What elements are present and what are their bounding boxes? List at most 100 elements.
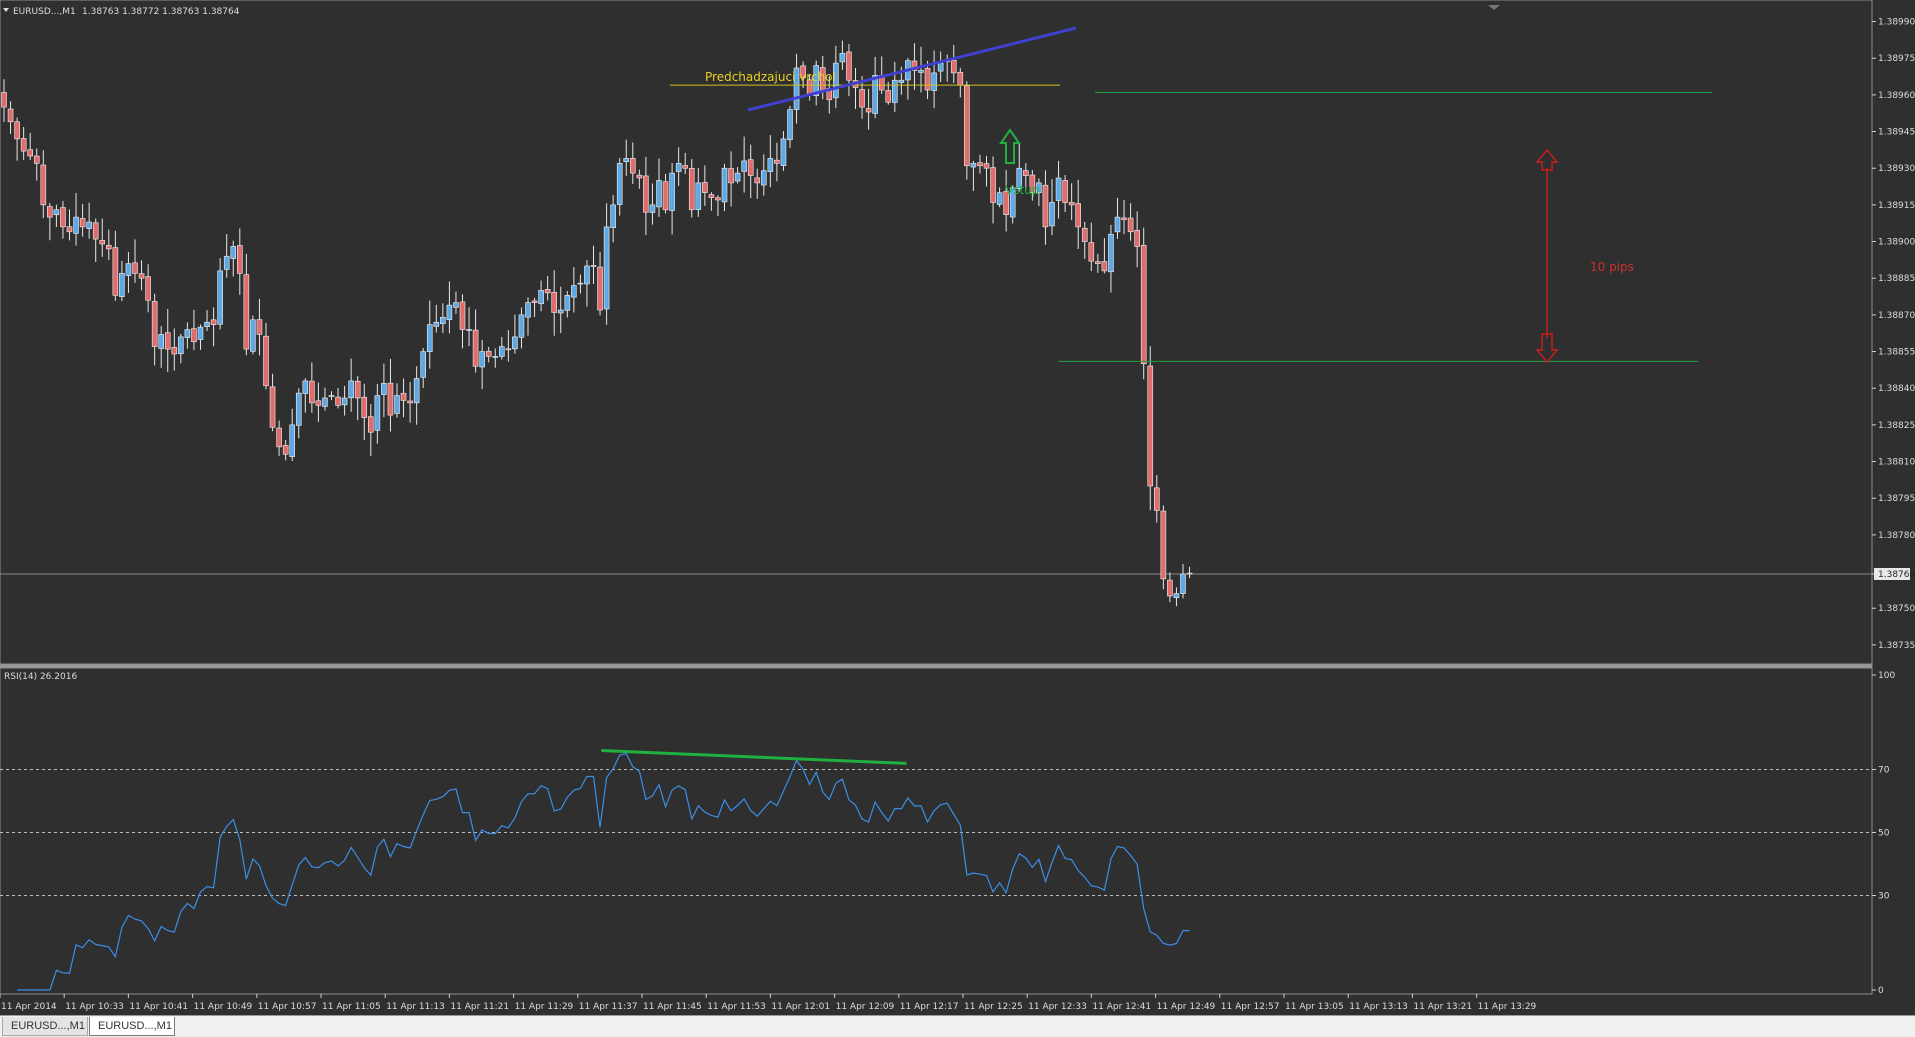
candle-body: [92, 222, 99, 240]
time-tick-label: 11 Apr 11:13: [386, 1002, 445, 1012]
time-tick-label: 11 Apr 12:09: [836, 1002, 895, 1012]
tab-chart-2[interactable]: EURUSD...,M1: [89, 1017, 175, 1036]
chart-canvas[interactable]: EURUSD...,M1 1.38763 1.38772 1.38763 1.3…: [0, 0, 1915, 1015]
candle-body: [774, 159, 780, 164]
price-tick-label: 1.38855: [1878, 348, 1915, 358]
candle-body: [217, 270, 223, 325]
candle-body: [479, 351, 485, 368]
time-tick-label: 11 Apr 11:37: [579, 1002, 638, 1012]
candle-body: [86, 221, 92, 229]
price-tick-label: 1.38960: [1878, 91, 1915, 101]
candle-body: [1186, 572, 1193, 575]
candle-body: [367, 416, 374, 433]
price-tick-label: 1.38870: [1878, 311, 1915, 321]
candle-body: [413, 378, 420, 404]
price-tick-label: 1.38795: [1878, 494, 1915, 504]
candle-body: [14, 121, 20, 140]
candle-body: [610, 204, 616, 229]
chart-tab-bar: EURUSD...,M1 EURUSD...,M1: [0, 1015, 1915, 1037]
candle-body: [440, 317, 446, 324]
candle-body: [171, 347, 178, 355]
candle-body: [210, 319, 217, 325]
candle-body: [433, 321, 440, 327]
candle-body: [590, 265, 597, 267]
candle-body: [544, 289, 551, 294]
candle-body: [518, 314, 525, 338]
candle-body: [1075, 203, 1081, 228]
price-pane: [0, 0, 1873, 665]
time-tick-label: 11 Apr 10:33: [65, 1002, 124, 1012]
candle-body: [931, 72, 937, 91]
candle-body: [702, 182, 708, 193]
candle-body: [348, 380, 354, 399]
candle-body: [846, 51, 852, 81]
candle-body: [747, 159, 754, 176]
candle-body: [1, 92, 7, 108]
candle-body: [525, 302, 531, 318]
candle-body: [957, 71, 964, 86]
candle-body: [1134, 229, 1140, 247]
candle-body: [715, 197, 721, 201]
candle-body: [354, 380, 361, 399]
candle-body: [937, 62, 944, 72]
candle-body: [557, 309, 564, 314]
time-tick-label: 11 Apr 10:49: [194, 1002, 253, 1012]
candle-body: [492, 356, 499, 358]
candle-body: [996, 192, 1003, 205]
candle-body: [453, 302, 459, 308]
candle-body: [47, 206, 53, 218]
price-tick-label: 1.38975: [1878, 54, 1915, 64]
candle-body: [970, 163, 977, 168]
time-tick-label: 11 Apr 11:05: [322, 1002, 381, 1012]
candle-body: [263, 335, 269, 387]
candle-body: [125, 263, 132, 276]
candle-body: [466, 329, 472, 331]
price-tick-label: 1.38810: [1878, 458, 1915, 468]
rsi-tick-label: 100: [1878, 671, 1895, 681]
candle-body: [282, 445, 289, 455]
candle-body: [197, 326, 204, 340]
candle-body: [505, 348, 512, 351]
candle-body: [1101, 261, 1108, 272]
candle-body: [1147, 365, 1154, 487]
candle-body: [446, 304, 453, 320]
candle-body: [1088, 242, 1095, 262]
candle-body: [1180, 573, 1186, 594]
candle-body: [1062, 180, 1068, 203]
candle-body: [407, 400, 413, 404]
candle-body: [1068, 202, 1075, 206]
candle-body: [649, 204, 656, 213]
candle-body: [859, 89, 865, 108]
candle-body: [459, 301, 466, 330]
candle-body: [341, 397, 348, 406]
candle-body: [734, 172, 741, 182]
prev-high-label: Predchadzajuci vrchol: [705, 70, 836, 84]
candle-body: [33, 155, 40, 164]
candle-body: [669, 172, 675, 211]
candle-body: [584, 265, 590, 285]
time-tick-label: 11 Apr 13:29: [1478, 1002, 1537, 1012]
candle-body: [230, 246, 237, 259]
price-tick-label: 1.38750: [1878, 604, 1915, 614]
current-price-label: 1.38764: [1878, 570, 1915, 580]
candle-body: [616, 163, 623, 205]
candle-body: [1081, 227, 1088, 242]
price-tick-label: 1.38825: [1878, 421, 1915, 431]
candle-body: [394, 395, 400, 414]
time-tick-label: 11 Apr 12:33: [1028, 1002, 1087, 1012]
candle-body: [990, 167, 996, 203]
candle-body: [328, 395, 335, 397]
candle-body: [426, 324, 433, 353]
candle-body: [361, 396, 368, 418]
candle-body: [79, 218, 86, 228]
candle-body: [1140, 244, 1147, 365]
candle-body: [977, 162, 983, 167]
tab-chart-1[interactable]: EURUSD...,M1: [2, 1017, 88, 1036]
candle-body: [1154, 487, 1160, 511]
time-tick-label: 11 Apr 11:29: [515, 1002, 574, 1012]
candle-body: [302, 380, 309, 394]
candle-body: [1055, 177, 1062, 201]
candle-body: [538, 290, 544, 305]
candle-body: [760, 170, 767, 186]
time-tick-label: 11 Apr 12:49: [1157, 1002, 1216, 1012]
